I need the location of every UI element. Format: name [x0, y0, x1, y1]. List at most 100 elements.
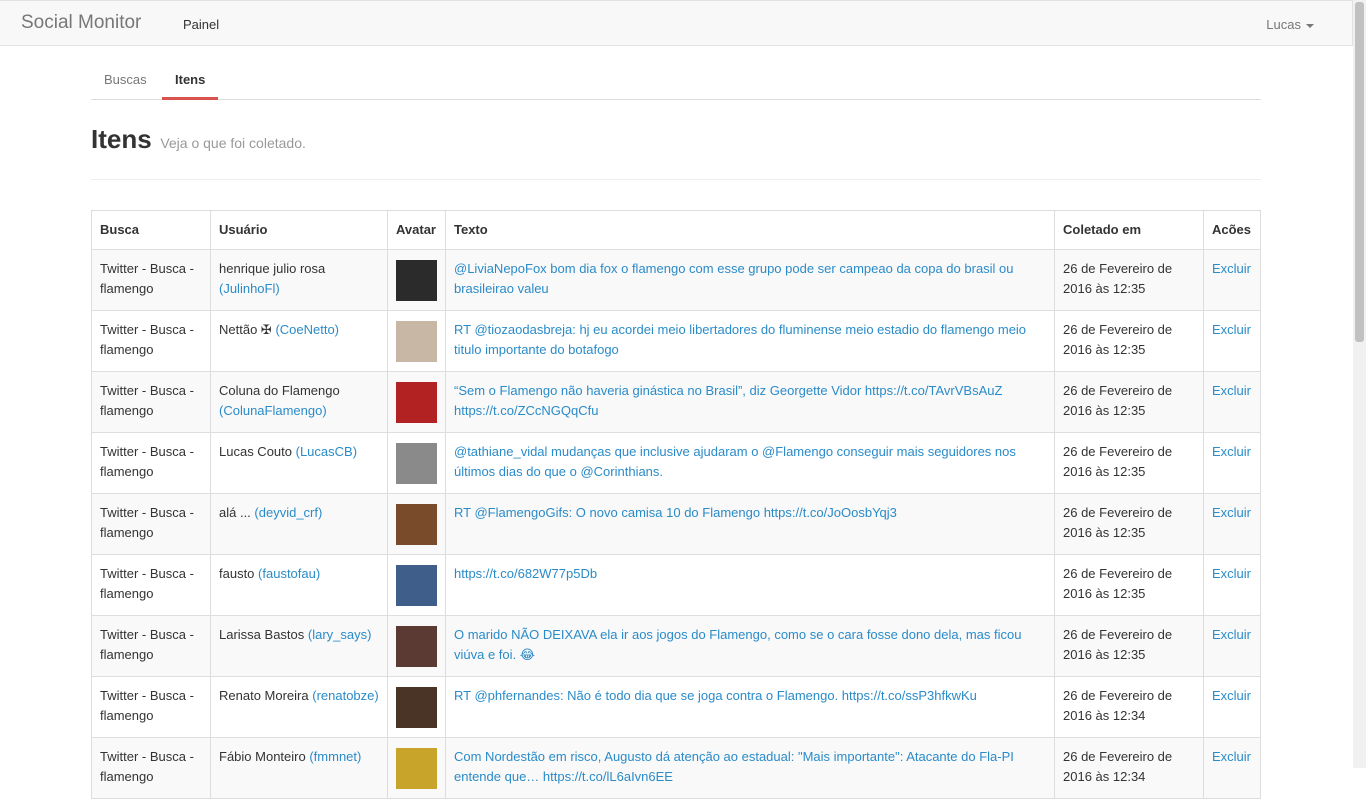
table-row: Twitter - Busca - flamengo fausto (fausto… [91, 554, 1261, 616]
cell-busca: Twitter - Busca - flamengo [91, 310, 211, 372]
user-name: Lucas [1266, 17, 1301, 32]
tweet-text-link[interactable]: RT @tiozaodasbreja: hj eu acordei meio l… [454, 322, 1026, 357]
cell-avatar [387, 493, 446, 555]
cell-busca: Twitter - Busca - flamengo [91, 554, 211, 616]
user-handle-link[interactable]: (CoeNetto) [275, 322, 339, 337]
tweet-text-link[interactable]: @tathiane_vidal mudanças que inclusive a… [454, 444, 1016, 479]
page-title: Itens [91, 124, 152, 154]
delete-link[interactable]: Excluir [1212, 688, 1251, 703]
nav-link-painel[interactable]: Painel [183, 17, 219, 32]
user-name: Nettão ✠ [219, 322, 272, 337]
user-handle-link[interactable]: (renatobze) [312, 688, 378, 703]
cell-usuario: Renato Moreira (renatobze) [210, 676, 388, 738]
column-header-coletado: Coletado em [1054, 210, 1204, 250]
avatar [396, 443, 437, 484]
cell-acoes: Excluir [1203, 249, 1261, 311]
cell-texto: @LiviaNepoFox bom dia fox o flamengo com… [445, 249, 1055, 311]
table-row: Twitter - Busca - flamengo Nettão ✠ (CoeN… [91, 310, 1261, 372]
user-menu[interactable]: Lucas [1266, 17, 1314, 32]
cell-texto: “Sem o Flamengo não haveria ginástica no… [445, 371, 1055, 433]
cell-usuario: henrique julio rosa (JulinhoFl) [210, 249, 388, 311]
delete-link[interactable]: Excluir [1212, 566, 1251, 581]
cell-busca: Twitter - Busca - flamengo [91, 249, 211, 311]
tweet-text-link[interactable]: https://t.co/682W77p5Db [454, 566, 597, 581]
delete-link[interactable]: Excluir [1212, 322, 1251, 337]
brand-link[interactable]: Social Monitor [21, 12, 141, 34]
cell-acoes: Excluir [1203, 432, 1261, 494]
cell-busca: Twitter - Busca - flamengo [91, 371, 211, 433]
user-handle-link[interactable]: (faustofau) [258, 566, 320, 581]
tab-buscas[interactable]: Buscas [91, 57, 160, 99]
user-name: Renato Moreira [219, 688, 309, 703]
cell-acoes: Excluir [1203, 371, 1261, 433]
table-row: Twitter - Busca - flamengo Larissa Bastos… [91, 615, 1261, 677]
column-header-busca: Busca [91, 210, 211, 250]
avatar [396, 260, 437, 301]
user-handle-link[interactable]: (LucasCB) [296, 444, 357, 459]
user-name: Fábio Monteiro [219, 749, 306, 764]
table-row: Twitter - Busca - flamengo Renato Moreira… [91, 676, 1261, 738]
user-name: Coluna do Flamengo [219, 383, 340, 398]
cell-texto: https://t.co/682W77p5Db [445, 554, 1055, 616]
cell-avatar [387, 737, 446, 799]
tab-bar: Buscas Itens [91, 57, 1261, 100]
cell-acoes: Excluir [1203, 310, 1261, 372]
cell-coletado: 26 de Fevereiro de 2016 às 12:35 [1054, 432, 1204, 494]
delete-link[interactable]: Excluir [1212, 505, 1251, 520]
tweet-text-link[interactable]: O marido NÃO DEIXAVA ela ir aos jogos do… [454, 627, 1021, 662]
tweet-text-link[interactable]: Com Nordestão em risco, Augusto dá atenç… [454, 749, 1014, 784]
column-header-usuario: Usuário [210, 210, 388, 250]
column-header-texto: Texto [445, 210, 1055, 250]
avatar [396, 748, 437, 789]
page-subtitle: Veja o que foi coletado. [160, 135, 306, 151]
user-name: Larissa Bastos [219, 627, 305, 642]
tweet-text-link[interactable]: RT @phfernandes: Não é todo dia que se j… [454, 688, 977, 703]
tweet-text-link[interactable]: @LiviaNepoFox bom dia fox o flamengo com… [454, 261, 1014, 296]
user-handle-link[interactable]: (ColunaFlamengo) [219, 403, 327, 418]
column-header-acoes: Acões [1203, 210, 1261, 250]
tweet-text-link[interactable]: “Sem o Flamengo não haveria ginástica no… [454, 383, 1002, 418]
delete-link[interactable]: Excluir [1212, 261, 1251, 276]
tab-itens[interactable]: Itens [162, 57, 219, 100]
user-handle-link[interactable]: (deyvid_crf) [254, 505, 322, 520]
cell-coletado: 26 de Fevereiro de 2016 às 12:35 [1054, 615, 1204, 677]
avatar [396, 504, 437, 545]
user-handle-link[interactable]: (JulinhoFl) [219, 281, 280, 296]
scrollbar-thumb[interactable] [1355, 2, 1364, 342]
cell-busca: Twitter - Busca - flamengo [91, 615, 211, 677]
user-handle-link[interactable]: (lary_says) [308, 627, 372, 642]
cell-usuario: Coluna do Flamengo (ColunaFlamengo) [210, 371, 388, 433]
table-row: Twitter - Busca - flamengo henrique julio… [91, 249, 1261, 311]
cell-acoes: Excluir [1203, 615, 1261, 677]
cell-texto: RT @FlamengoGifs: O novo camisa 10 do Fl… [445, 493, 1055, 555]
cell-usuario: Lucas Couto (LucasCB) [210, 432, 388, 494]
cell-usuario: Larissa Bastos (lary_says) [210, 615, 388, 677]
cell-coletado: 26 de Fevereiro de 2016 às 12:34 [1054, 737, 1204, 799]
vertical-scrollbar[interactable] [1353, 0, 1366, 768]
page-header: Itens Veja o que foi coletado. [91, 124, 1261, 180]
cell-usuario: fausto (faustofau) [210, 554, 388, 616]
tweet-text-link[interactable]: RT @FlamengoGifs: O novo camisa 10 do Fl… [454, 505, 897, 520]
cell-acoes: Excluir [1203, 493, 1261, 555]
user-name: henrique julio rosa [219, 261, 326, 276]
cell-coletado: 26 de Fevereiro de 2016 às 12:35 [1054, 310, 1204, 372]
caret-down-icon [1306, 23, 1314, 28]
cell-busca: Twitter - Busca - flamengo [91, 676, 211, 738]
cell-coletado: 26 de Fevereiro de 2016 às 12:34 [1054, 676, 1204, 738]
items-table: Busca Usuário Avatar Texto Coletado em A… [91, 210, 1261, 799]
cell-usuario: Fábio Monteiro (fmmnet) [210, 737, 388, 799]
delete-link[interactable]: Excluir [1212, 749, 1251, 764]
table-row: Twitter - Busca - flamengo Fábio Monteiro… [91, 737, 1261, 799]
avatar [396, 321, 437, 362]
delete-link[interactable]: Excluir [1212, 383, 1251, 398]
table-row: Twitter - Busca - flamengo Coluna do Flam… [91, 371, 1261, 433]
top-navbar: Social Monitor Painel Lucas [0, 0, 1353, 46]
avatar [396, 687, 437, 728]
delete-link[interactable]: Excluir [1212, 444, 1251, 459]
delete-link[interactable]: Excluir [1212, 627, 1251, 642]
table-row: Twitter - Busca - flamengo Lucas Couto (L… [91, 432, 1261, 494]
user-handle-link[interactable]: (fmmnet) [309, 749, 361, 764]
table-row: Twitter - Busca - flamengo alá ... (deyvi… [91, 493, 1261, 555]
cell-texto: Com Nordestão em risco, Augusto dá atenç… [445, 737, 1055, 799]
cell-usuario: Nettão ✠ (CoeNetto) [210, 310, 388, 372]
